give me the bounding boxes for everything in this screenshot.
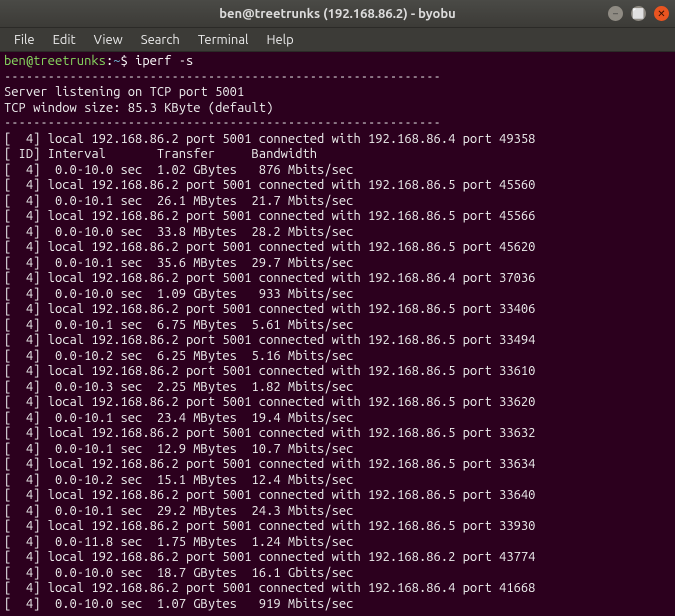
terminal-output-line: TCP window size: 85.3 KByte (default) (4, 101, 671, 117)
terminal-output-line: [ 4] 0.0-11.8 sec 1.75 MBytes 1.24 Mbits… (4, 535, 671, 551)
terminal-output-line: [ 4] 0.0-10.0 sec 33.8 MBytes 28.2 Mbits… (4, 225, 671, 241)
terminal-output-line: [ 4] local 192.168.86.2 port 5001 connec… (4, 488, 671, 504)
prompt-sep: $ (121, 54, 136, 68)
terminal-output-line: [ 4] 0.0-10.0 sec 1.07 GBytes 919 Mbits/… (4, 597, 671, 613)
terminal-output-line: [ 4] 0.0-10.2 sec 15.1 MBytes 12.4 Mbits… (4, 473, 671, 489)
terminal-output-line: [ 4] local 192.168.86.2 port 5001 connec… (4, 209, 671, 225)
terminal-output-line: [ 4] 0.0-10.1 sec 35.6 MBytes 29.7 Mbits… (4, 256, 671, 272)
terminal-output-line: [ 4] local 192.168.86.2 port 5001 connec… (4, 426, 671, 442)
terminal-output-line: [ 4] 0.0-10.1 sec 26.1 MBytes 21.7 Mbits… (4, 194, 671, 210)
window-controls: – ⬜ ✕ (608, 6, 669, 21)
minimize-icon: – (613, 8, 618, 19)
terminal-output-line: [ 4] local 192.168.86.2 port 5001 connec… (4, 240, 671, 256)
terminal-output-line: [ 4] local 192.168.86.2 port 5001 connec… (4, 271, 671, 287)
terminal-output-line: [ 4] local 192.168.86.2 port 5001 connec… (4, 178, 671, 194)
prompt-user: ben (4, 54, 26, 68)
menu-bar: File Edit View Search Terminal Help (0, 28, 675, 52)
terminal-output-line: [ 4] 0.0-10.0 sec 18.7 GBytes 16.1 Gbits… (4, 566, 671, 582)
terminal-output-line: [ 4] 0.0-10.1 sec 6.75 MBytes 5.61 Mbits… (4, 318, 671, 334)
minimize-button[interactable]: – (608, 6, 623, 21)
terminal-output-line: [ 4] local 192.168.86.2 port 5001 connec… (4, 364, 671, 380)
terminal-output-line: [ 4] local 192.168.86.2 port 5001 connec… (4, 457, 671, 473)
terminal-output-line: Server listening on TCP port 5001 (4, 85, 671, 101)
menu-help[interactable]: Help (258, 31, 301, 49)
menu-file[interactable]: File (6, 31, 43, 49)
terminal-output-line: [ 4] 0.0-10.1 sec 29.2 MBytes 24.3 Mbits… (4, 504, 671, 520)
prompt-path: ~ (113, 54, 120, 68)
prompt-line: ben@treetrunks:~$ iperf -s (4, 54, 671, 70)
terminal-output-line: [ 4] 0.0-10.3 sec 2.25 MBytes 1.82 Mbits… (4, 380, 671, 396)
menu-view[interactable]: View (86, 31, 131, 49)
terminal-output-line: ----------------------------------------… (4, 70, 671, 86)
close-icon: ✕ (657, 8, 665, 20)
menu-search[interactable]: Search (133, 31, 188, 49)
terminal-output-line: [ ID] Interval Transfer Bandwidth (4, 147, 671, 163)
terminal-output-line: [ 4] 0.0-10.0 sec 1.02 GBytes 876 Mbits/… (4, 163, 671, 179)
terminal-output-line: [ 4] 0.0-10.1 sec 23.4 MBytes 19.4 Mbits… (4, 411, 671, 427)
terminal-output-line: [ 4] local 192.168.86.2 port 5001 connec… (4, 519, 671, 535)
maximize-icon: ⬜ (632, 8, 644, 20)
terminal-output-line: [ 4] 0.0-10.2 sec 6.25 MBytes 5.16 Mbits… (4, 349, 671, 365)
menu-terminal[interactable]: Terminal (190, 31, 257, 49)
window-titlebar: ben@treetrunks (192.168.86.2) - byobu – … (0, 0, 675, 28)
window-title: ben@treetrunks (192.168.86.2) - byobu (219, 7, 456, 21)
terminal-output-line: [ 4] 0.0-10.0 sec 1.09 GBytes 933 Mbits/… (4, 287, 671, 303)
terminal-output-line: ----------------------------------------… (4, 116, 671, 132)
menu-edit[interactable]: Edit (45, 31, 84, 49)
terminal-output-line: [ 4] local 192.168.86.2 port 5001 connec… (4, 302, 671, 318)
close-button[interactable]: ✕ (654, 6, 669, 21)
terminal-output-line: [ 4] local 192.168.86.2 port 5001 connec… (4, 132, 671, 148)
terminal-area[interactable]: ben@treetrunks:~$ iperf -s--------------… (0, 52, 675, 616)
command-text: iperf -s (135, 54, 193, 68)
terminal-output-line: [ 4] local 192.168.86.2 port 5001 connec… (4, 581, 671, 597)
terminal-output-line: [ 4] local 192.168.86.2 port 5001 connec… (4, 550, 671, 566)
prompt-host: treetrunks (33, 54, 106, 68)
terminal-output-line: [ 4] local 192.168.86.2 port 5001 connec… (4, 333, 671, 349)
terminal-output-line: [ 4] 0.0-10.1 sec 12.9 MBytes 10.7 Mbits… (4, 442, 671, 458)
maximize-button[interactable]: ⬜ (631, 6, 646, 21)
terminal-output-line: [ 4] local 192.168.86.2 port 5001 connec… (4, 395, 671, 411)
